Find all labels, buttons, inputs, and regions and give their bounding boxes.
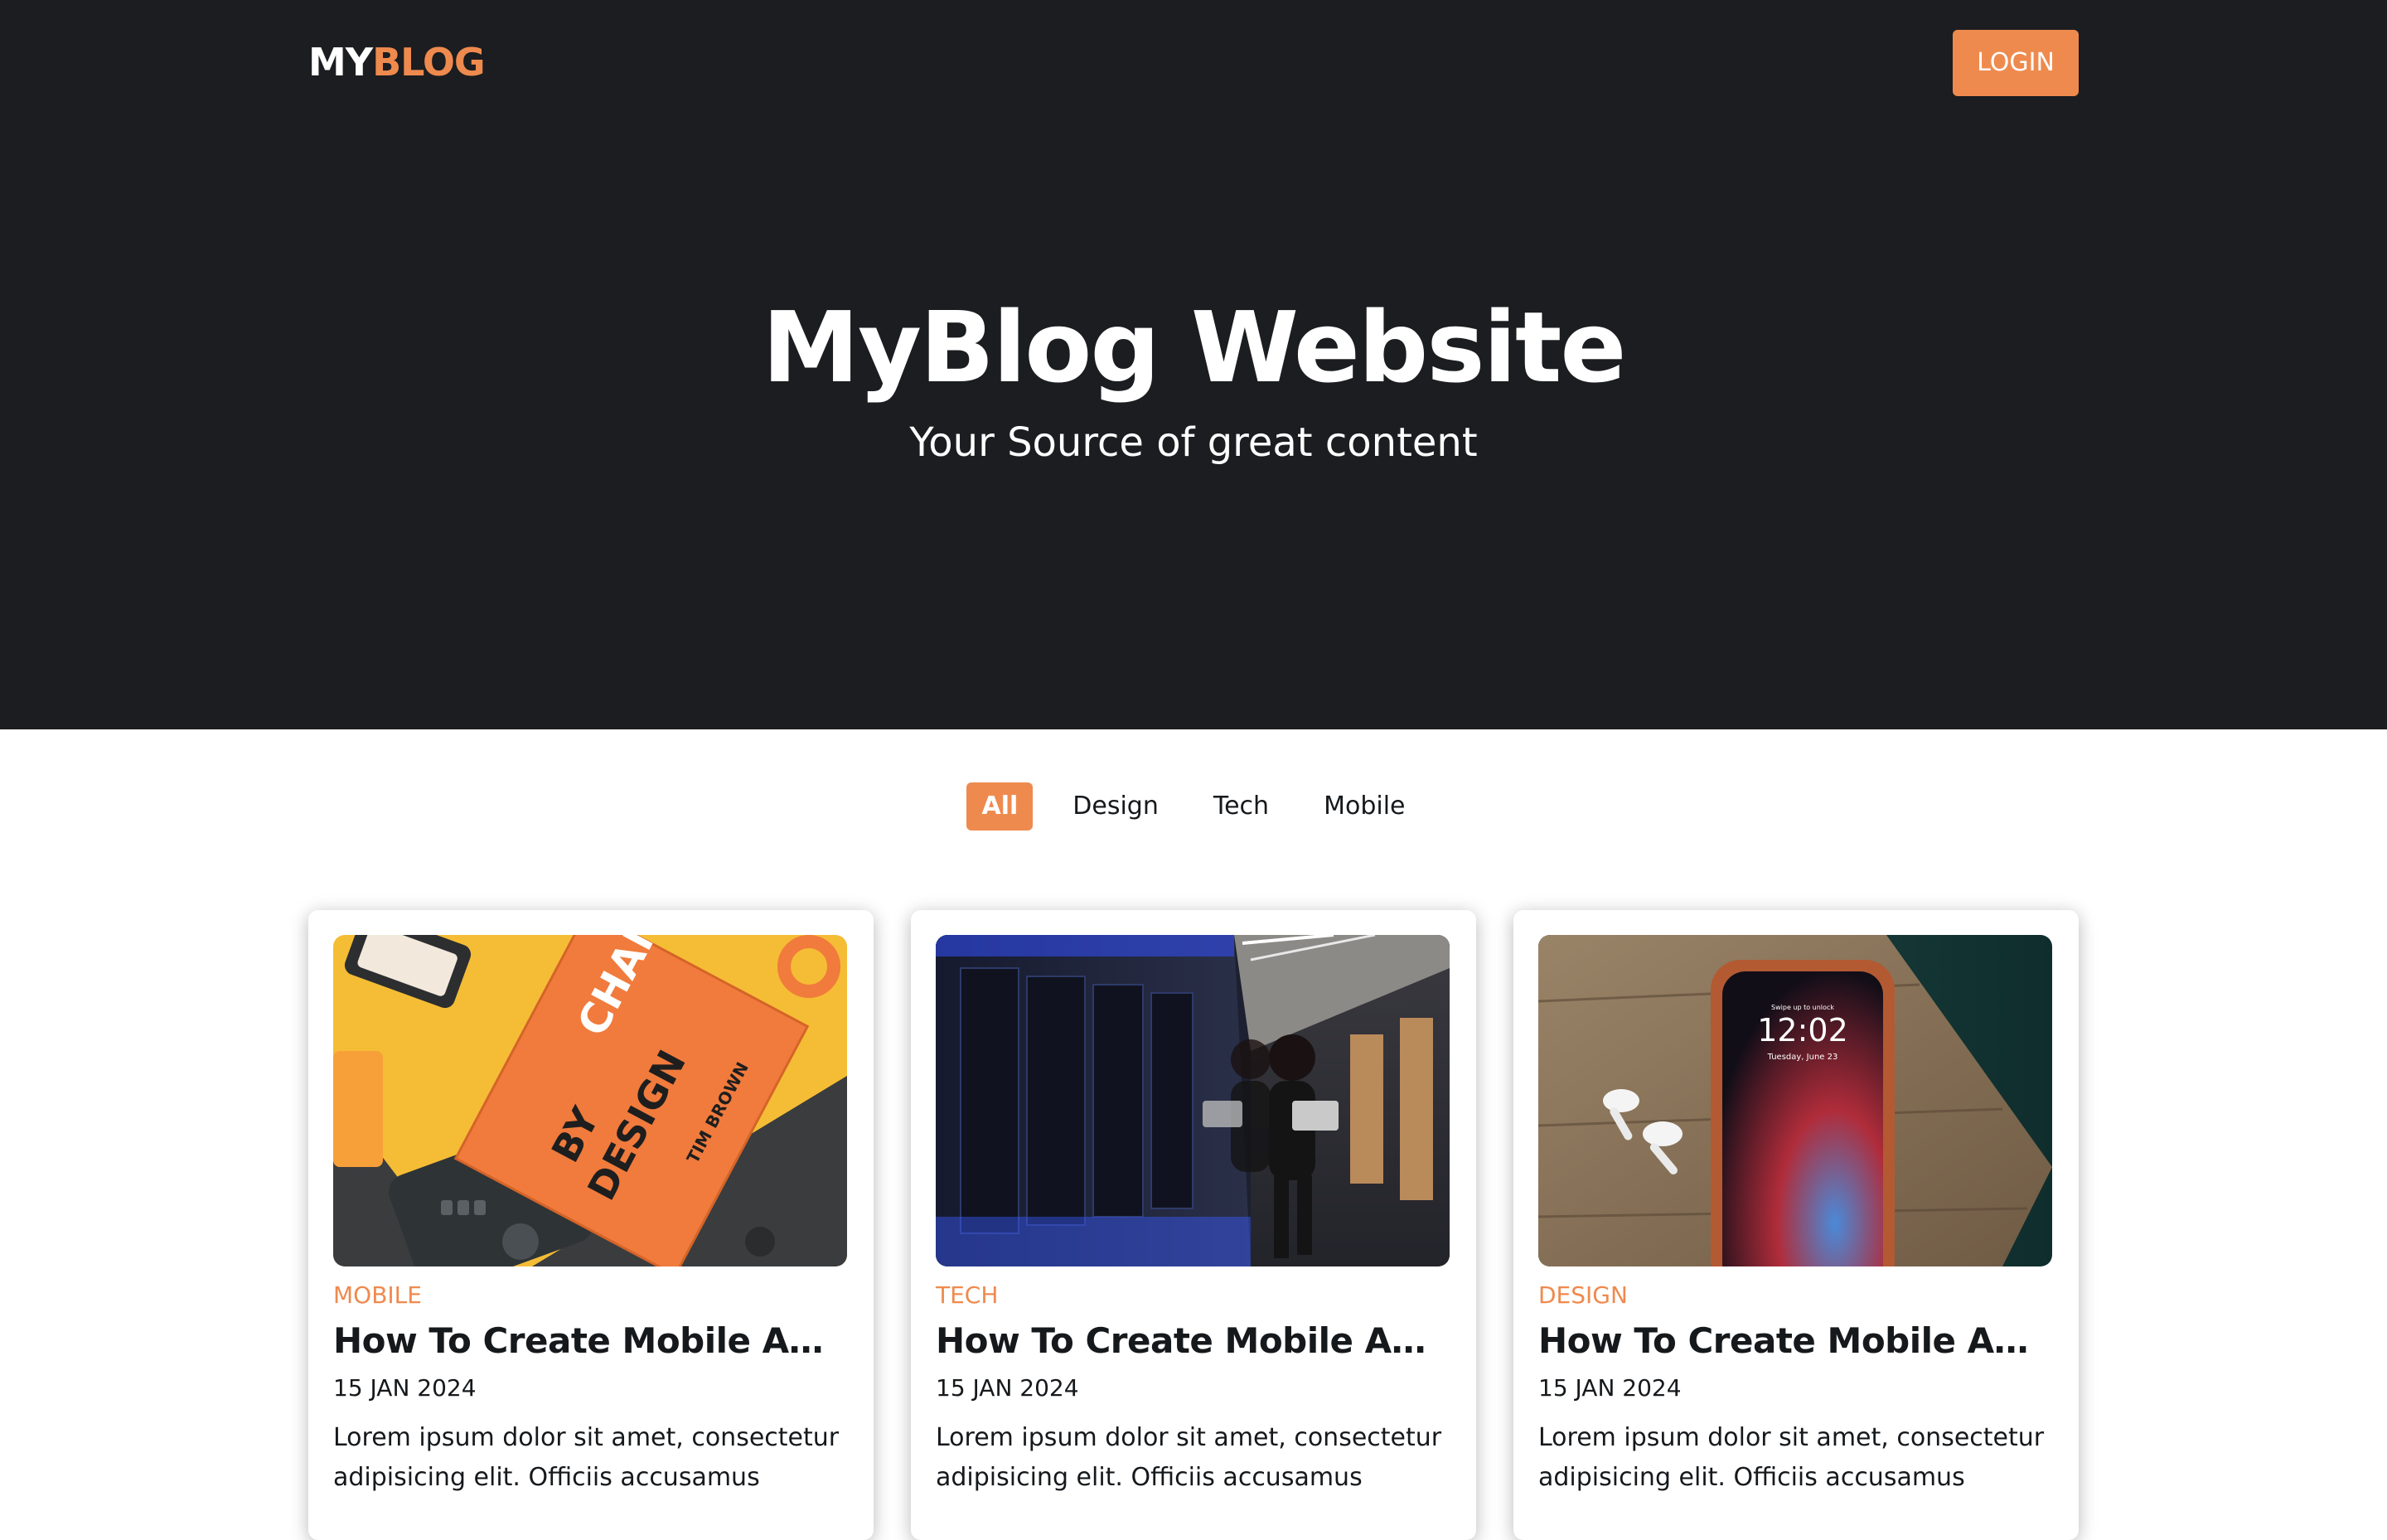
server-room-illustration [936, 935, 1450, 1266]
post-date: 15 JAN 2024 [1538, 1374, 1682, 1402]
post-image-phone[interactable]: 12:02 Tuesday, June 23 Swipe up to unloc… [1538, 935, 2052, 1266]
post-excerpt: Lorem ipsum dolor sit amet, consectetur … [1538, 1423, 2045, 1492]
hero-section: MYBLOG LOGIN MyBlog Website Your Source … [0, 0, 2387, 729]
post-card[interactable]: CHANGE BY DESIGN TIM BROWN Mobile How To… [308, 910, 874, 1540]
filter-mobile[interactable]: Mobile [1309, 782, 1420, 831]
book-illustration: CHANGE BY DESIGN TIM BROWN [333, 935, 847, 1266]
phone-unlock-hint: Swipe up to unlock [1771, 1004, 1834, 1011]
post-image-server-room[interactable] [936, 935, 1450, 1266]
hero-subtitle: Your Source of great content [909, 419, 1478, 466]
filter-tech[interactable]: Tech [1198, 782, 1284, 831]
post-excerpt: Lorem ipsum dolor sit amet, consectetur … [936, 1423, 1442, 1492]
post-image-book[interactable]: CHANGE BY DESIGN TIM BROWN [333, 935, 847, 1266]
top-nav: MYBLOG LOGIN [308, 30, 2079, 96]
post-excerpt: Lorem ipsum dolor sit amet, consectetur … [333, 1423, 840, 1492]
hero-title: MyBlog Website [762, 290, 1627, 404]
login-button[interactable]: LOGIN [1953, 30, 2079, 96]
phone-time: 12:02 [1757, 1012, 1848, 1048]
category-filters: All Design Tech Mobile [0, 782, 2387, 831]
post-category[interactable]: Mobile [333, 1281, 849, 1309]
site-logo[interactable]: MYBLOG [308, 40, 486, 85]
filter-all[interactable]: All [966, 782, 1034, 831]
logo-text-my: MY [308, 40, 373, 85]
post-date: 15 JAN 2024 [936, 1374, 1079, 1402]
filter-design[interactable]: Design [1058, 782, 1174, 831]
post-date: 15 JAN 2024 [333, 1374, 477, 1402]
logo-text-blog: BLOG [372, 40, 486, 85]
post-grid: CHANGE BY DESIGN TIM BROWN Mobile How To… [308, 910, 2079, 1540]
post-title[interactable]: How To Create Mobile App... [1538, 1320, 2052, 1361]
post-category[interactable]: Tech [936, 1281, 1451, 1309]
post-card[interactable]: Tech How To Create Mobile App... 15 JAN … [911, 910, 1476, 1540]
phone-date: Tuesday, June 23 [1767, 1053, 1838, 1062]
post-card[interactable]: 12:02 Tuesday, June 23 Swipe up to unloc… [1513, 910, 2079, 1540]
post-title[interactable]: How To Create Mobile App... [936, 1320, 1450, 1361]
post-title[interactable]: How To Create Mobile App... [333, 1320, 847, 1361]
post-category[interactable]: Design [1538, 1281, 2054, 1309]
phone-illustration: 12:02 Tuesday, June 23 Swipe up to unloc… [1538, 935, 2052, 1266]
